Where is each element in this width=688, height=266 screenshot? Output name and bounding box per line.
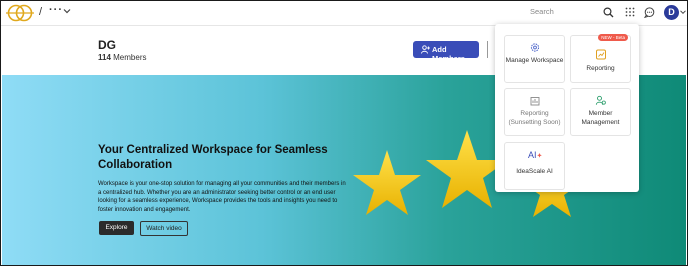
search-input[interactable]: Search [525, 4, 617, 22]
breadcrumb-more-button[interactable]: ··· [49, 4, 63, 16]
explore-button[interactable]: Explore [99, 221, 134, 235]
member-count: 114 Members [98, 53, 146, 62]
menu-item-reporting[interactable]: NEW - Beta Reporting [570, 34, 631, 83]
new-beta-badge: NEW - Beta [598, 34, 628, 41]
chart-icon [595, 49, 606, 60]
menu-item-label: IdeaScale AI [516, 168, 553, 175]
search-icon[interactable] [603, 7, 614, 18]
add-members-button[interactable]: Add Members [413, 41, 479, 63]
hero-title: Your Centralized Workspace for Seamless … [98, 144, 328, 171]
hero-description: Workspace is your one-stop solution for … [98, 181, 346, 213]
svg-text:AI: AI [528, 150, 537, 160]
search-placeholder: Search [530, 7, 554, 16]
apps-grid-icon[interactable] [625, 7, 635, 17]
users-icon [595, 95, 606, 105]
menu-item-label: Manage Workspace [505, 57, 564, 64]
menu-item-label: Reporting [586, 65, 615, 72]
member-count-label: Members [113, 53, 147, 62]
star-icon [353, 150, 421, 215]
ai-icon: AI [528, 150, 542, 160]
watch-video-button[interactable]: Watch video [140, 221, 188, 236]
apps-dropdown-menu: Manage Workspace NEW - Beta Reporting Re… [495, 24, 639, 192]
menu-item-manage-workspace[interactable]: Manage Workspace [504, 35, 565, 83]
menu-item-reporting-sunsetting[interactable]: Reporting (Sunsetting Soon) [504, 88, 565, 136]
reporting-icon [530, 97, 539, 106]
chat-icon[interactable] [644, 7, 655, 18]
add-user-icon [421, 45, 430, 54]
menu-item-label: Reporting (Sunsetting Soon) [508, 110, 561, 126]
menu-item-ideascale-ai[interactable]: AI IdeaScale AI [504, 142, 565, 190]
avatar[interactable]: D [664, 5, 679, 20]
app-logo[interactable] [5, 3, 35, 23]
menu-item-member-management[interactable]: Member Management [570, 88, 631, 136]
page-title: DG [98, 38, 116, 52]
menu-item-label: Member Management [581, 110, 620, 126]
add-members-label: Add Members [432, 45, 465, 63]
top-bar: / ··· Search D [1, 1, 687, 26]
member-count-value: 114 [98, 53, 111, 62]
breadcrumb-separator: / [39, 6, 43, 18]
gear-icon [530, 43, 539, 52]
chevron-down-icon[interactable] [63, 7, 71, 15]
app-window: / ··· Search D DG 114 Members Add Member… [0, 0, 688, 266]
chevron-down-icon[interactable] [680, 9, 686, 15]
